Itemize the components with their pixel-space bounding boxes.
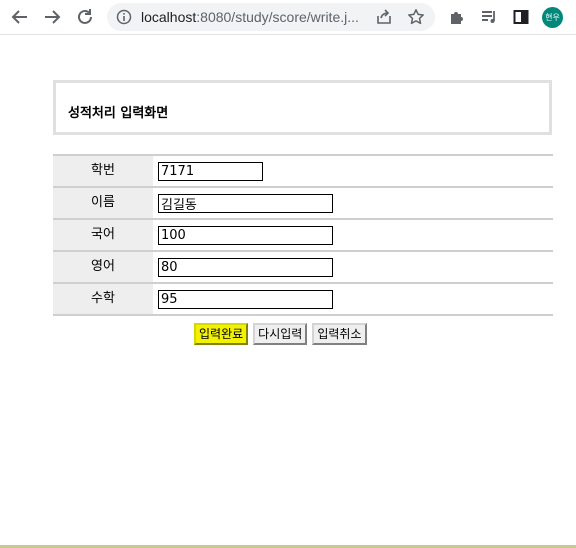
form-row-name: 이름 — [53, 188, 553, 220]
name-input[interactable] — [158, 194, 333, 213]
title-panel: 성적처리 입력화면 — [53, 80, 552, 135]
label-korean: 국어 — [53, 220, 153, 250]
bookmark-star-icon[interactable] — [407, 8, 425, 30]
url-path: :8080/study/score/write.j... — [196, 9, 359, 25]
url-host: localhost — [141, 9, 197, 25]
form-row-student-id: 학번 — [53, 156, 553, 188]
media-queue-icon[interactable] — [478, 6, 500, 28]
page-title: 성적처리 입력화면 — [68, 106, 169, 121]
reload-icon[interactable] — [74, 6, 96, 28]
side-panel-icon[interactable] — [510, 6, 532, 28]
info-icon[interactable] — [116, 9, 132, 29]
share-icon[interactable] — [375, 8, 393, 30]
form-row-math: 수학 — [53, 284, 553, 316]
back-arrow-icon[interactable] — [9, 6, 31, 28]
url-text: localhost:8080/study/score/write.j... — [141, 9, 373, 25]
student-id-input[interactable] — [158, 162, 263, 181]
label-student-id: 학번 — [53, 156, 153, 186]
form-buttons: 입력완료 다시입력 입력취소 — [194, 323, 367, 345]
reset-button[interactable]: 다시입력 — [253, 323, 308, 345]
label-english: 영어 — [53, 252, 153, 282]
form-row-english: 영어 — [53, 252, 553, 284]
browser-toolbar: localhost:8080/study/score/write.j... 현우 — [0, 0, 576, 35]
english-score-input[interactable] — [158, 258, 333, 277]
submit-button[interactable]: 입력완료 — [194, 323, 249, 345]
korean-score-input[interactable] — [158, 226, 333, 245]
forward-arrow-icon[interactable] — [41, 6, 63, 28]
score-form-table: 학번 이름 국어 영어 수학 — [53, 154, 553, 316]
profile-avatar[interactable]: 현우 — [542, 7, 563, 28]
address-bar[interactable]: localhost:8080/study/score/write.j... — [107, 3, 435, 31]
label-name: 이름 — [53, 188, 153, 218]
math-score-input[interactable] — [158, 290, 333, 309]
cancel-button[interactable]: 입력취소 — [312, 323, 367, 345]
label-math: 수학 — [53, 284, 153, 314]
extensions-puzzle-icon[interactable] — [446, 6, 468, 28]
form-row-korean: 국어 — [53, 220, 553, 252]
